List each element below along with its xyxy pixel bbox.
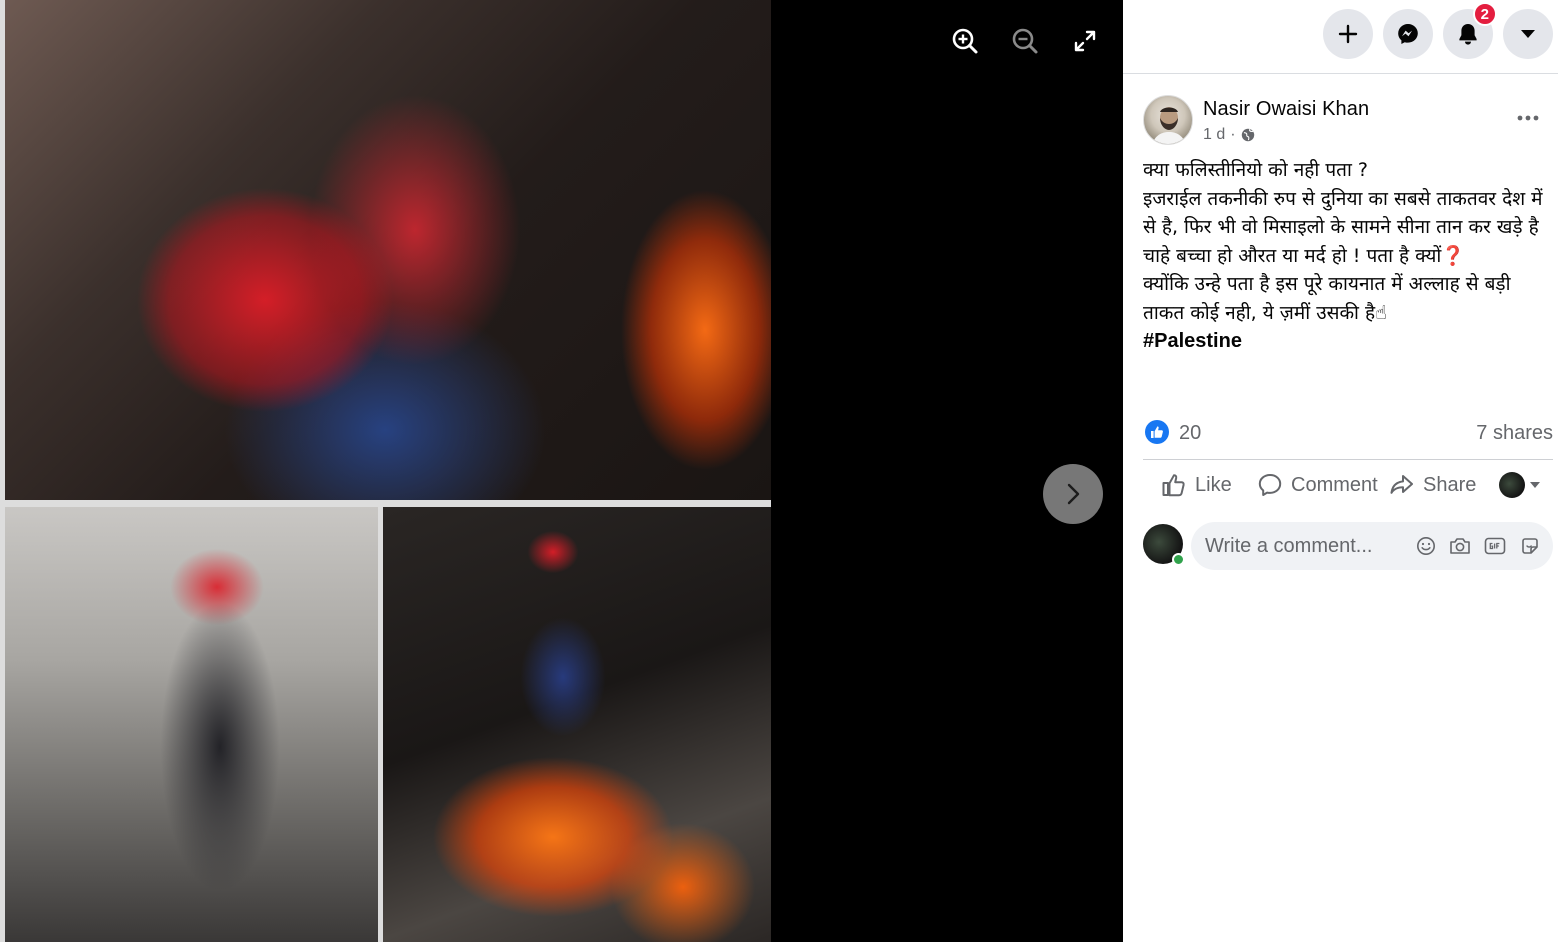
- comment-icon: [1258, 474, 1282, 496]
- divider: [1143, 510, 1553, 511]
- next-photo-button[interactable]: [1043, 464, 1103, 524]
- facebook-photo-viewer: 2 Nasir Owaisi Khan 1 d · क्या फलिस्तीनि…: [0, 0, 1558, 942]
- share-button[interactable]: Share: [1389, 462, 1476, 508]
- zoom-out-icon: [1012, 28, 1038, 54]
- post-line-1: क्या फलिस्तीनियो को नही पता ?: [1143, 159, 1369, 181]
- messenger-button[interactable]: [1383, 9, 1433, 59]
- chevron-right-icon: [1067, 483, 1080, 505]
- notifications-button[interactable]: 2: [1443, 2, 1497, 59]
- sticker-button[interactable]: [1519, 535, 1541, 557]
- like-button[interactable]: Like: [1161, 462, 1232, 508]
- post-options-button[interactable]: [1513, 103, 1543, 133]
- post-line-2: इजराईल तकनीकी रुप से दुनिया का सबसे ताकत…: [1143, 187, 1543, 267]
- comment-composer: [1143, 520, 1555, 572]
- meta-separator: ·: [1230, 126, 1236, 143]
- caret-down-icon: [1521, 30, 1535, 38]
- like-label: Like: [1195, 473, 1232, 496]
- divider: [1143, 459, 1553, 460]
- top-bar: 2: [1123, 0, 1558, 74]
- react-as-selector[interactable]: [1499, 462, 1541, 508]
- emoji-icon: [1417, 537, 1435, 555]
- thumbs-up-icon: [1151, 426, 1163, 438]
- photo-button[interactable]: [1449, 535, 1471, 557]
- bell-icon: [1459, 24, 1477, 45]
- selector-avatar: [1499, 472, 1525, 498]
- shares-count[interactable]: 7 shares: [1476, 422, 1553, 445]
- account-menu-button[interactable]: [1503, 9, 1553, 59]
- comment-label: Comment: [1291, 473, 1378, 496]
- post-stats: 20 7 shares: [1143, 418, 1553, 448]
- notifications-badge: 2: [1472, 2, 1497, 26]
- comment-box[interactable]: [1191, 522, 1553, 570]
- gif-button[interactable]: [1484, 535, 1506, 557]
- online-status-dot: [1172, 553, 1185, 566]
- post-photo-collage[interactable]: [0, 0, 771, 942]
- emoji-button[interactable]: [1415, 535, 1437, 557]
- zoom-in-icon: [952, 28, 978, 54]
- comment-button[interactable]: Comment: [1257, 462, 1378, 508]
- post-time[interactable]: 1 d: [1203, 126, 1225, 144]
- photo-panel-top: [5, 0, 771, 500]
- like-icon: [1162, 474, 1185, 497]
- author-photo: [1152, 107, 1186, 144]
- plus-icon: [1338, 24, 1358, 44]
- post-line-3: क्योंकि उन्हे पता है इस पूरे कायनात में …: [1143, 273, 1511, 324]
- reactions-count[interactable]: 20: [1179, 422, 1201, 445]
- post-actions: Like Comment Share: [1143, 462, 1553, 508]
- author-name[interactable]: Nasir Owaisi Khan: [1203, 98, 1369, 121]
- hashtag-link[interactable]: #Palestine: [1143, 330, 1242, 352]
- gif-icon: [1484, 537, 1506, 555]
- post-meta: 1 d ·: [1203, 126, 1255, 144]
- photo-viewer: [0, 0, 1123, 942]
- create-button[interactable]: [1323, 9, 1373, 59]
- comment-input[interactable]: [1205, 534, 1405, 558]
- share-icon: [1390, 475, 1413, 494]
- sticker-icon: [1522, 538, 1538, 554]
- photo-panel-bottom-left: [5, 507, 378, 942]
- caret-down-icon: [1530, 482, 1540, 488]
- zoom-out-button[interactable]: [1005, 21, 1045, 61]
- photo-panel-bottom-right: [383, 507, 771, 942]
- post-header: Nasir Owaisi Khan 1 d ·: [1143, 95, 1553, 147]
- zoom-in-button[interactable]: [945, 21, 985, 61]
- camera-icon: [1450, 538, 1470, 554]
- more-dots-icon: [1517, 115, 1539, 121]
- post-sidebar: 2 Nasir Owaisi Khan 1 d · क्या फलिस्तीनि…: [1123, 0, 1558, 942]
- like-reaction-icon[interactable]: [1145, 420, 1169, 444]
- author-avatar[interactable]: [1143, 95, 1193, 145]
- expand-icon: [1074, 30, 1096, 52]
- share-label: Share: [1423, 473, 1477, 496]
- globe-icon: [1241, 128, 1254, 142]
- post-message: क्या फलिस्तीनियो को नही पता ? इजराईल तकन…: [1143, 156, 1555, 356]
- fullscreen-button[interactable]: [1065, 21, 1105, 61]
- messenger-icon: [1398, 24, 1418, 44]
